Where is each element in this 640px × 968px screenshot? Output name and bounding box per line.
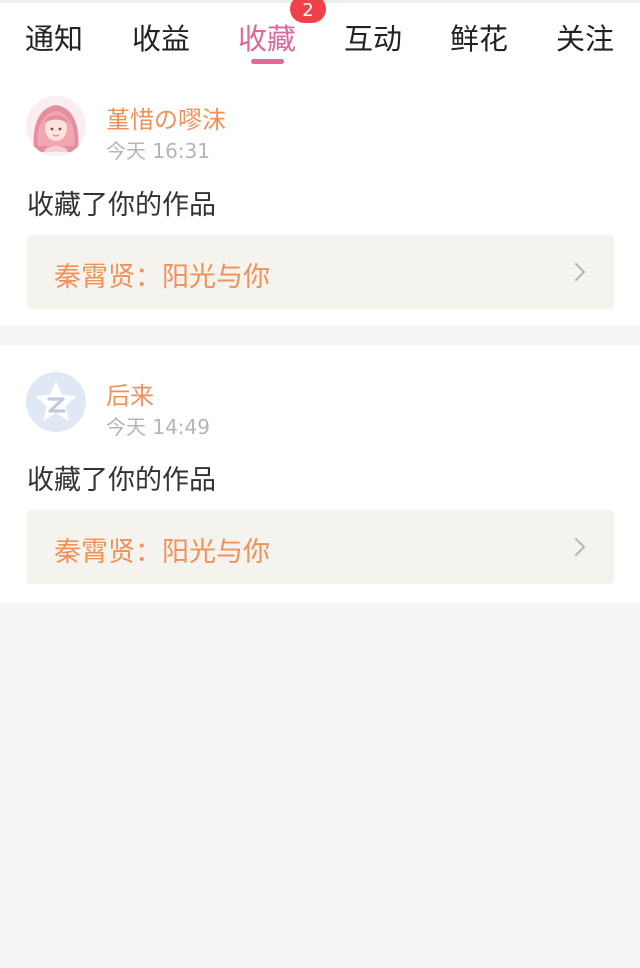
tab-following[interactable]: 关注 [556,3,614,68]
action-text: 收藏了你的作品 [27,190,216,221]
action-text: 收藏了你的作品 [27,465,216,496]
chevron-right-icon [574,537,586,557]
tab-flowers[interactable]: 鲜花 [450,3,508,68]
username[interactable]: 后来 [106,376,154,411]
tab-bar: 通知 收益 收藏 互动 鲜花 关注 2 [0,0,640,68]
tab-label: 通知 [25,22,84,56]
notification-card: 堇惜の嘐沫 今天 16:31 收藏了你的作品 秦霄贤：阳光与你 [0,68,640,326]
tab-notifications[interactable]: 通知 [25,3,83,68]
work-link[interactable]: 秦霄贤：阳光与你 [27,510,614,584]
avatar[interactable] [26,372,86,432]
tab-interactions[interactable]: 互动 [344,3,402,68]
tab-label: 收藏 [238,22,297,56]
avatar[interactable] [26,96,86,156]
username[interactable]: 堇惜の嘐沫 [106,100,226,135]
timestamp: 今天 14:49 [106,415,210,439]
work-link[interactable]: 秦霄贤：阳光与你 [27,235,614,309]
tab-label: 收益 [132,22,191,56]
anime-girl-avatar-icon [26,96,86,156]
tab-label: 鲜花 [450,22,509,56]
favorites-unread-badge: 2 [290,0,326,23]
tab-label: 互动 [344,22,403,56]
qzone-star-avatar-icon [26,372,86,432]
active-tab-indicator [251,59,284,64]
work-title: 秦霄贤：阳光与你 [54,537,270,568]
notification-card: 后来 今天 14:49 收藏了你的作品 秦霄贤：阳光与你 [0,345,640,603]
timestamp: 今天 16:31 [106,139,210,163]
chevron-right-icon [574,262,586,282]
tab-earnings[interactable]: 收益 [132,3,190,68]
work-title: 秦霄贤：阳光与你 [54,262,270,293]
tab-label: 关注 [556,22,615,56]
